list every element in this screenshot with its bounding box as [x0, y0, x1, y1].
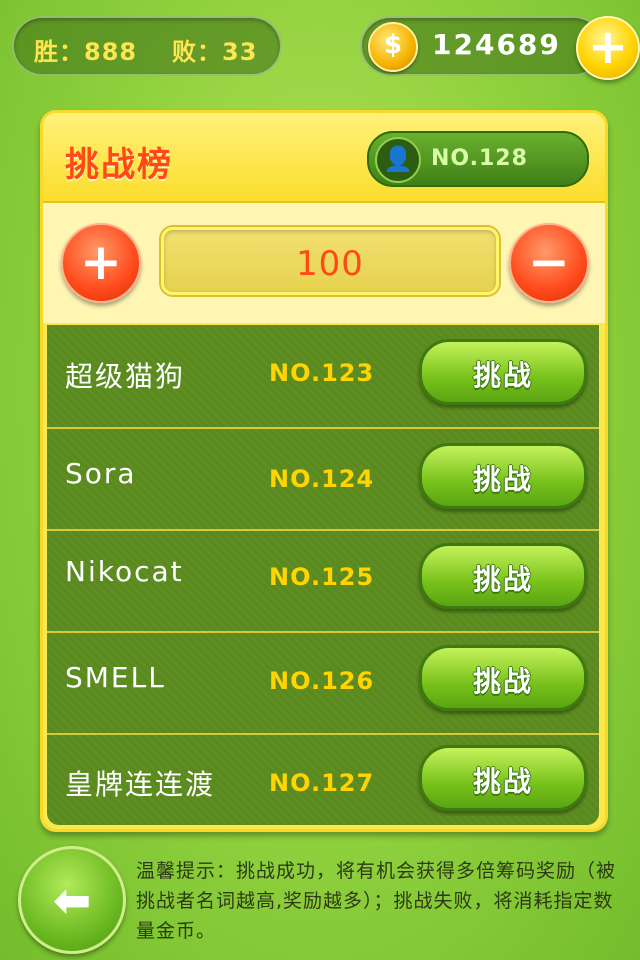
- list-item: Nikocat NO.125 挑战: [47, 529, 599, 633]
- player-rank: NO.127: [269, 769, 375, 797]
- challenge-button[interactable]: 挑战: [419, 339, 587, 405]
- player-rank: NO.123: [269, 359, 375, 387]
- player-name: 皇牌连连渡: [65, 768, 216, 801]
- bet-amount-value: 100: [296, 244, 364, 284]
- minus-icon: −: [528, 233, 570, 291]
- player-name: Sora: [65, 457, 137, 490]
- add-coins-button[interactable]: +: [576, 16, 640, 80]
- player-name: SMELL: [65, 661, 166, 694]
- decrease-bet-button[interactable]: −: [509, 223, 589, 303]
- hint-text: 温馨提示：挑战成功，将有机会获得多倍筹码奖励（被挑战者名词越高,奖励越多）；挑战…: [136, 860, 617, 942]
- list-item: 超级猫狗 NO.123 挑战: [47, 325, 599, 429]
- player-rank: NO.126: [269, 667, 375, 695]
- coin-balance-value: 124689: [432, 28, 561, 61]
- back-button[interactable]: ⬅: [18, 846, 126, 954]
- my-rank-text: NO.128: [431, 146, 528, 171]
- list-item: 皇牌连连渡 NO.127 挑战: [47, 735, 599, 825]
- plus-icon: +: [80, 233, 122, 291]
- increase-bet-button[interactable]: +: [61, 223, 141, 303]
- player-name: 超级猫狗: [65, 360, 186, 393]
- panel-title: 挑战榜: [65, 145, 173, 185]
- challenge-button[interactable]: 挑战: [419, 443, 587, 509]
- bet-stepper: + 100 −: [43, 203, 605, 323]
- user-avatar-icon: 👤: [375, 137, 421, 183]
- my-rank-badge: 👤 NO.128: [367, 131, 589, 187]
- win-loss-stats: 胜：888 败：33: [12, 16, 282, 76]
- plus-icon: +: [587, 19, 629, 75]
- player-rank: NO.124: [269, 465, 375, 493]
- challenge-button[interactable]: 挑战: [419, 543, 587, 609]
- list-item: Sora NO.124 挑战: [47, 427, 599, 531]
- player-name: Nikocat: [65, 555, 184, 588]
- challenge-board-panel: 挑战榜 👤 NO.128 + 100 − 超级猫狗 NO.123 挑战 Sora…: [40, 110, 608, 832]
- list-item: SMELL NO.126 挑战: [47, 631, 599, 735]
- player-rank: NO.125: [269, 563, 375, 591]
- challenge-button[interactable]: 挑战: [419, 745, 587, 811]
- challenge-button[interactable]: 挑战: [419, 645, 587, 711]
- dollar-coin-icon: $: [368, 22, 418, 72]
- back-arrow-icon: ⬅: [52, 873, 92, 927]
- challenger-list: 超级猫狗 NO.123 挑战 Sora NO.124 挑战 Nikocat NO…: [47, 325, 599, 825]
- loss-count: 败：33: [172, 38, 258, 66]
- bet-amount-field[interactable]: 100: [161, 227, 499, 295]
- panel-header: 挑战榜 👤 NO.128: [43, 113, 605, 203]
- win-count: 胜：888: [34, 38, 138, 66]
